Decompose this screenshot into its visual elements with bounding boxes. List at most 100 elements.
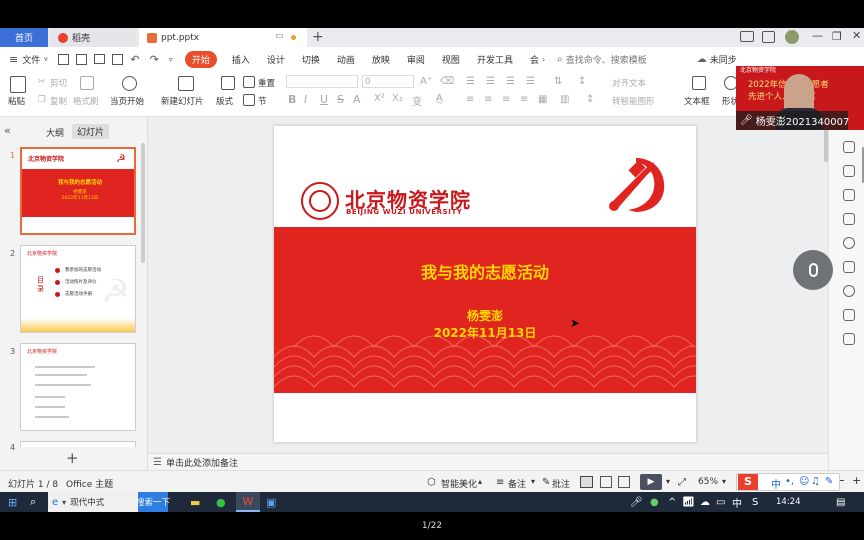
- slide-canvas[interactable]: 北京物资学院 BEIJING WUZI UNIVERSITY 我与我的志愿活动 …: [274, 126, 696, 442]
- wifi-icon[interactable]: 📶︎: [682, 492, 695, 512]
- collapse-panel-icon[interactable]: «: [4, 124, 11, 137]
- backup-icon[interactable]: [843, 309, 855, 321]
- notes-handle-icon[interactable]: ☰: [153, 457, 162, 468]
- menu-review[interactable]: 审阅: [407, 53, 425, 66]
- menu-view[interactable]: 视图: [442, 53, 460, 66]
- reading-view-icon[interactable]: [618, 476, 630, 488]
- design-pin-icon[interactable]: [843, 141, 855, 153]
- slide-sorter-icon[interactable]: [600, 476, 612, 488]
- slide-thumbnail-4[interactable]: [20, 441, 136, 447]
- tab-ppt-file[interactable]: ppt.pptx ▭: [139, 28, 307, 47]
- tray-app-icon[interactable]: ●: [650, 492, 659, 512]
- share-icon[interactable]: [843, 261, 855, 273]
- reset-icon[interactable]: [243, 76, 255, 88]
- comment-icon[interactable]: ✎: [542, 477, 550, 488]
- export-pdf-icon[interactable]: [76, 53, 88, 65]
- help-icon[interactable]: [843, 237, 855, 249]
- textbox-button[interactable]: 文本框: [684, 95, 710, 107]
- play-from-current-icon[interactable]: [122, 76, 137, 91]
- account-grid-icon[interactable]: [762, 31, 775, 43]
- align-text-button[interactable]: 对齐文本: [612, 77, 646, 89]
- more-quick-icon[interactable]: ▿: [169, 55, 173, 64]
- ime-skin-icon[interactable]: ✎: [825, 476, 833, 487]
- search-go-button[interactable]: 搜索一下: [136, 492, 170, 512]
- slide-date[interactable]: 2022年11月13日: [274, 324, 696, 341]
- font-grow-icon[interactable]: A⁺: [420, 76, 432, 87]
- close-window-icon[interactable]: ✕: [852, 29, 861, 42]
- monitor-icon[interactable]: ▭: [275, 31, 284, 41]
- shadow-icon[interactable]: A: [353, 93, 361, 106]
- cloud-icon[interactable]: ☁: [700, 492, 710, 512]
- columns-icon[interactable]: ▥: [560, 94, 569, 105]
- reset-button[interactable]: 重置: [258, 77, 275, 89]
- menu-insert[interactable]: 插入: [232, 53, 250, 66]
- indent-icon[interactable]: ☰: [506, 76, 515, 87]
- undo-icon[interactable]: ↶: [130, 53, 139, 66]
- save-icon[interactable]: [58, 53, 70, 65]
- italic-icon[interactable]: I: [304, 93, 307, 106]
- menu-developer[interactable]: 开发工具: [477, 53, 513, 66]
- bold-icon[interactable]: B: [288, 93, 296, 106]
- menu-slideshow[interactable]: 放映: [372, 53, 390, 66]
- smart-beautify-button[interactable]: 智能美化: [441, 477, 477, 490]
- tab-slides[interactable]: 幻灯片: [72, 124, 110, 139]
- battery-icon[interactable]: ▭: [716, 492, 725, 512]
- textbox-icon[interactable]: [692, 76, 706, 90]
- bullets-icon[interactable]: ☰: [466, 76, 475, 87]
- section-icon[interactable]: [243, 94, 255, 106]
- fit-icon[interactable]: ⤢: [678, 477, 686, 488]
- notes-toggle-button[interactable]: 备注: [508, 477, 526, 490]
- zoom-plus-icon[interactable]: +: [852, 474, 861, 487]
- layout-icon[interactable]: [221, 76, 235, 90]
- outdent-icon[interactable]: ☰: [526, 76, 535, 87]
- slide-title[interactable]: 我与我的志愿活动: [274, 259, 696, 283]
- format-painter-button[interactable]: 格式刷: [73, 95, 99, 107]
- ime-s-icon[interactable]: S: [752, 492, 758, 512]
- taskbar-search-icon[interactable]: ⌕: [30, 492, 36, 512]
- start-from-current-button[interactable]: 当页开始: [110, 95, 144, 107]
- new-slide-icon[interactable]: [178, 76, 194, 91]
- sogou-logo-icon[interactable]: S: [738, 474, 758, 490]
- distribute-icon[interactable]: ▦: [538, 94, 547, 105]
- smart-beautify-icon[interactable]: ⬡: [427, 477, 436, 488]
- input-language[interactable]: 中: [732, 492, 742, 512]
- clear-format-icon[interactable]: ⌫: [440, 76, 454, 87]
- location-icon[interactable]: [843, 285, 855, 297]
- tray-chevron-icon[interactable]: ^: [668, 492, 676, 512]
- align-left-icon[interactable]: ≡: [466, 94, 474, 105]
- cube-icon[interactable]: [843, 333, 855, 345]
- convert-smartart-button[interactable]: 转智能图形: [612, 95, 655, 107]
- layout-button[interactable]: 版式: [216, 95, 233, 107]
- menu-member[interactable]: 会: [530, 53, 539, 66]
- ime-emoji-icon[interactable]: ☺: [799, 476, 809, 487]
- font-size-select[interactable]: 0: [362, 75, 414, 88]
- slide-thumbnail-2[interactable]: 北京物资学院 目录 我参加的志愿活动 活动照片及评价 志愿活动手册 ☭: [20, 245, 136, 333]
- window-layout-icon[interactable]: [740, 31, 754, 42]
- avatar[interactable]: [785, 30, 799, 44]
- voice-input-button[interactable]: [793, 250, 833, 290]
- menu-animation[interactable]: 动画: [337, 53, 355, 66]
- char-spacing-icon[interactable]: 变: [412, 93, 422, 108]
- format-painter-icon[interactable]: [80, 76, 94, 90]
- zoom-chevron-icon[interactable]: ▾: [722, 477, 726, 486]
- transition-icon[interactable]: [843, 213, 855, 225]
- menu-home[interactable]: 开始: [184, 50, 217, 68]
- tab-outline[interactable]: 大纲: [46, 126, 64, 139]
- slide-thumbnail-1[interactable]: 北京物资学院 ☭ 我与我的志愿活动 杨雯澎 2022年11月13日: [20, 147, 136, 235]
- tab-docer[interactable]: 稻壳: [50, 28, 136, 47]
- normal-view-icon[interactable]: [580, 476, 593, 488]
- windows-start-icon[interactable]: ⊞: [8, 492, 17, 512]
- paste-button[interactable]: 粘贴: [8, 95, 25, 107]
- new-tab-plus-icon[interactable]: +: [312, 29, 324, 45]
- hamburger-icon[interactable]: ≡: [9, 53, 18, 66]
- new-slide-button[interactable]: 新建幻灯片: [161, 95, 204, 107]
- chevron-up-icon[interactable]: ▴: [478, 477, 482, 486]
- command-search-input[interactable]: 查找命令、搜索模板: [566, 53, 647, 66]
- slideshow-chevron-icon[interactable]: ▾: [666, 477, 670, 486]
- panel-scrollbar[interactable]: [141, 143, 145, 263]
- subscript-icon[interactable]: X₂: [392, 93, 403, 104]
- menu-design[interactable]: 设计: [267, 53, 285, 66]
- highlight-icon[interactable]: A̲: [436, 93, 443, 104]
- sync-status[interactable]: 未同步: [710, 53, 737, 66]
- clock-time[interactable]: 14:24: [776, 492, 801, 512]
